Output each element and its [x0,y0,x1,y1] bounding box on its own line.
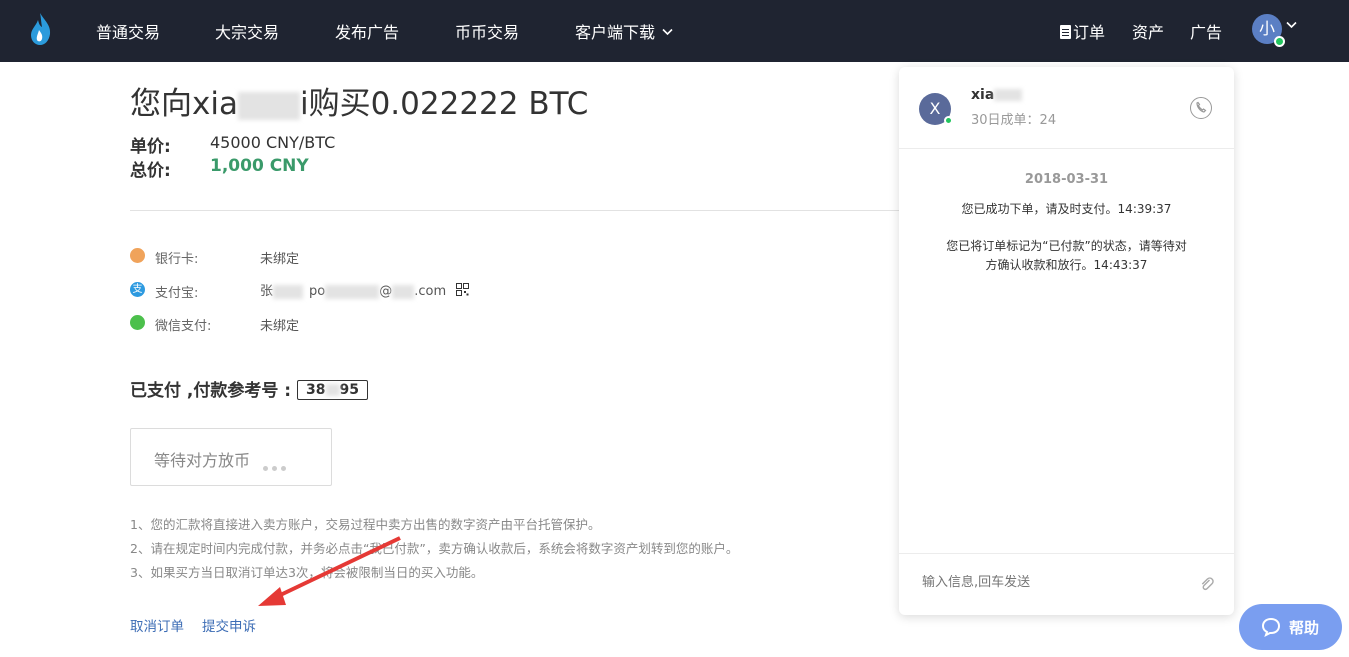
note-1: 1、您的汇款将直接进入卖方账户，交易过程中卖方出售的数字资产由平台托管保护。 [130,517,601,532]
chat-message-2-line-2: 方确认收款和放行。14:43:37 [985,258,1148,272]
nav-orders[interactable]: 订单 [1060,19,1105,43]
waiting-release-text: 等待对方放币 [154,451,251,470]
chat-divider [899,148,1234,149]
paid-label: 已支付 ,付款参考号 : [130,381,292,401]
chat-username-text: xia [971,87,995,103]
nav-post-ad[interactable]: 发布广告 [335,19,399,43]
alipay-name: 张 [260,284,274,299]
note-2: 2、请在规定时间内完成付款，并务必点击“我已付款”，卖方确认收款后，系统会将数字… [130,541,739,556]
divider [130,210,900,211]
chat-username: xia [971,87,1023,103]
nav-bulk-trade[interactable]: 大宗交易 [215,19,279,43]
alipay-account-suffix: @ [379,284,393,299]
reference-prefix: 38 [306,382,326,398]
nav-orders-label: 订单 [1073,23,1106,42]
reference-number: 38 95 [297,380,368,400]
redacted-username [994,89,1023,101]
redacted-name [273,284,304,299]
chat-avatar-letter: X [929,99,941,118]
loading-dots-icon [263,456,290,475]
help-label: 帮助 [1289,619,1320,637]
wechat-value: 未绑定 [260,319,300,334]
chat-bubble-icon [1261,617,1281,637]
chat-date: 2018-03-31 [1024,172,1109,187]
unit-price-value: 45000 CNY/BTC [210,133,336,152]
redacted-domain [392,284,415,299]
reference-suffix: 95 [339,382,359,398]
chevron-down-icon[interactable] [1286,21,1297,29]
document-icon [1060,25,1071,39]
nav-client-download-label: 客户端下载 [575,23,656,42]
nav-client-download[interactable]: 客户端下载 [575,19,673,43]
alipay-icon: 支 [130,282,145,297]
total-price-label: 总价: [130,161,171,181]
chat-message-1: 您已成功下单，请及时支付。14:39:37 [961,202,1172,216]
logo-icon[interactable] [26,12,54,46]
order-title: 您向xia i购买0.022222 BTC [130,78,588,123]
alipay-domain: .com [414,284,447,299]
top-navbar: 普通交易 大宗交易 发布广告 币币交易 客户端下载 订单 资产 广告 小 [0,0,1349,62]
chat-message-input[interactable] [922,575,1182,590]
bank-card-value: 未绑定 [260,252,300,267]
submit-appeal-link[interactable]: 提交申诉 [202,615,256,635]
bank-card-label: 银行卡: [155,252,199,267]
nav-assets[interactable]: 资产 [1132,19,1164,43]
redacted-reference [325,384,340,396]
attachment-icon[interactable] [1199,576,1215,592]
order-title-suffix: i购买0.022222 BTC [299,86,589,122]
nav-ordinary-trade[interactable]: 普通交易 [96,19,160,43]
unit-price-label: 单价: [130,137,171,157]
phone-icon[interactable] [1190,97,1212,119]
chevron-down-icon [662,28,673,36]
chat-panel: X xia 30日成单：24 2018-03-31 您已成功下单，请及时支付。1… [899,67,1234,615]
wechat-icon [130,315,145,330]
alipay-label: 支付宝: [155,286,199,301]
wechat-label: 微信支付: [155,319,212,334]
chat-divider [899,553,1234,554]
online-status-dot [944,116,953,125]
bank-card-icon [130,248,145,263]
red-arrow-annotation [258,536,401,606]
order-title-prefix: 您向xia [130,86,238,122]
chat-order-count: 30日成单：24 [971,113,1057,128]
alipay-account-prefix: po [309,284,326,299]
nav-ads[interactable]: 广告 [1190,19,1222,43]
waiting-release-box: 等待对方放币 [130,428,332,486]
paid-status: 已支付 ,付款参考号 : 38 95 [130,376,368,401]
chat-avatar: X [919,93,953,125]
chat-message-2-line-1: 您已将订单标记为“已付款”的状态，请等待对 [946,239,1187,253]
online-status-dot [1274,36,1285,47]
redacted-account [325,284,380,299]
cancel-order-link[interactable]: 取消订单 [130,615,184,635]
user-avatar-letter: 小 [1258,19,1275,38]
total-price-value: 1,000 CNY [210,156,309,176]
qrcode-icon[interactable] [456,283,470,296]
alipay-account: 张 po @ .com [260,280,470,299]
nav-coin-trade[interactable]: 币币交易 [455,19,519,43]
redacted-username [237,91,300,120]
help-button[interactable]: 帮助 [1239,604,1342,650]
user-avatar[interactable]: 小 [1252,14,1285,47]
